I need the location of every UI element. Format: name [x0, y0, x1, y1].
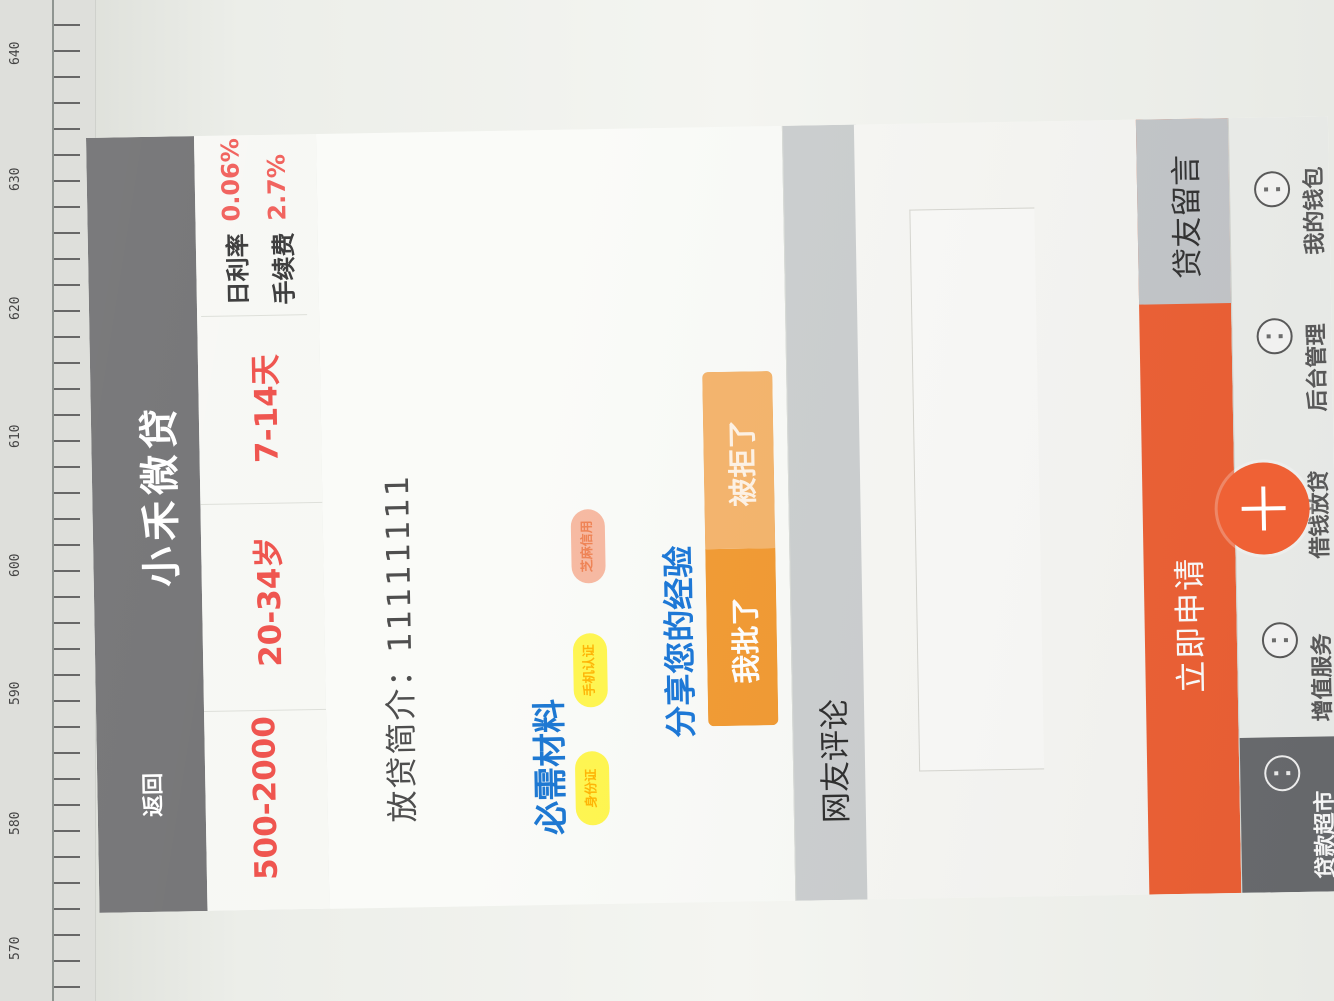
- materials-title: 必需材料: [529, 698, 573, 836]
- market-icon: [1263, 754, 1301, 792]
- nav-item-admin[interactable]: 后台管理: [1232, 271, 1334, 428]
- material-id-card: 身份证: [574, 750, 611, 826]
- ruler-label-630: 630: [8, 167, 23, 191]
- ruler-label-620: 620: [8, 296, 23, 320]
- nav-item-value-added-services[interactable]: 增值服务: [1237, 581, 1334, 738]
- message-board-button[interactable]: 贷友留言: [1135, 118, 1232, 305]
- back-button[interactable]: 返回: [135, 773, 168, 818]
- outcome-toggle-group: 我批了 被拒了: [702, 371, 779, 727]
- rejected-button[interactable]: 被拒了: [702, 371, 776, 550]
- amount-range-cell: 500-2000: [204, 708, 330, 912]
- ruler-label-600: 600: [8, 553, 23, 577]
- approved-button[interactable]: 我批了: [705, 548, 779, 727]
- comments-body: [853, 119, 1150, 900]
- message-board-label: 贷友留言: [1168, 154, 1207, 280]
- nav-item-wallet[interactable]: 我的钱包: [1229, 116, 1332, 273]
- term-range: 7-14天: [247, 354, 286, 464]
- nav-label-value-added-services: 增值服务: [1309, 633, 1334, 722]
- approved-label: 我批了: [728, 596, 764, 684]
- app-window: 返回 小禾微贷 500-2000 20-34岁 7-14天 日利率 0.06% …: [86, 116, 1334, 913]
- fee-label: 手续费: [269, 232, 299, 305]
- nav-label-wallet: 我的钱包: [1301, 166, 1329, 255]
- material-phone-auth: 手机认证: [572, 632, 609, 708]
- fee-value: 2.7%: [262, 153, 292, 221]
- service-icon: [1261, 621, 1299, 659]
- page-title: 小禾微贷: [136, 402, 186, 588]
- term-range-cell: 7-14天: [197, 313, 323, 506]
- ruler-label-640: 640: [8, 41, 23, 65]
- detail-panel: 放贷简介：11111111 必需材料 身份证 手机认证 芝麻信用 分享您的经验 …: [315, 125, 797, 909]
- loan-description: 放贷简介：11111111: [377, 473, 422, 823]
- rates-box: 日利率 0.06% 手续费 2.7%: [198, 138, 308, 318]
- wallet-icon: [1253, 170, 1291, 208]
- loan-stats-strip: 500-2000 20-34岁 7-14天 日利率 0.06% 手续费 2.7%: [193, 133, 331, 912]
- ruler-label-590: 590: [8, 681, 23, 705]
- age-range-cell: 20-34岁: [200, 501, 327, 713]
- ruler-ticks: [52, 0, 80, 1001]
- material-sesame-credit: 芝麻信用: [570, 509, 606, 584]
- comment-input-area[interactable]: [909, 207, 1045, 772]
- share-experience-title: 分享您的经验: [659, 545, 701, 739]
- ruler-label-580: 580: [8, 811, 23, 835]
- desktop-ruler: 570 580 590 600 610 620 630 640: [0, 0, 96, 1001]
- comments-title: 网友评论: [816, 698, 856, 824]
- mobile-app-screen: 返回 小禾微贷 500-2000 20-34岁 7-14天 日利率 0.06% …: [86, 116, 1334, 913]
- nav-item-loan-market[interactable]: 贷款超市: [1239, 736, 1334, 893]
- nav-label-loan-market: 贷款超市: [1312, 790, 1334, 879]
- daily-rate-value: 0.06%: [216, 137, 246, 222]
- header-bar: 返回 小禾微贷: [86, 136, 208, 913]
- ruler-label-570: 570: [8, 936, 23, 960]
- rejected-label: 被拒了: [725, 419, 761, 507]
- admin-icon: [1256, 317, 1293, 355]
- age-range: 20-34岁: [250, 536, 290, 668]
- daily-rate-label: 日利率: [223, 233, 253, 306]
- amount-range: 500-2000: [246, 715, 285, 881]
- ruler-label-610: 610: [8, 424, 23, 448]
- nav-label-admin: 后台管理: [1304, 323, 1331, 412]
- apply-now-label: 立即申请: [1170, 556, 1211, 694]
